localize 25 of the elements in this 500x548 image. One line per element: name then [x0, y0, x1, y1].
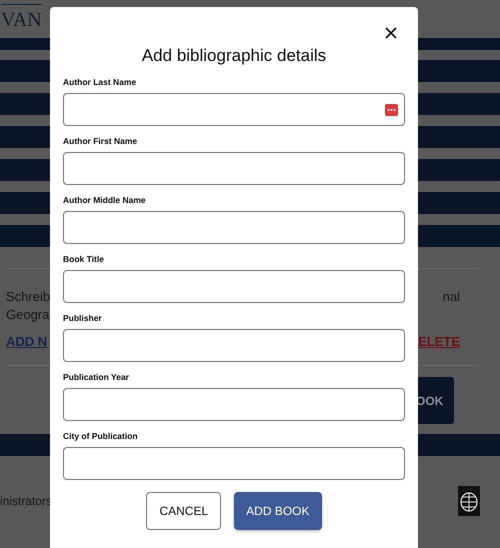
cancel-button[interactable]: CANCEL — [146, 492, 222, 530]
field-label: Author Middle Name — [63, 195, 147, 205]
field-label: Publication Year — [63, 372, 130, 382]
field-label: Book Title — [63, 254, 105, 264]
input-field[interactable] — [63, 388, 405, 421]
password-manager-icon[interactable] — [385, 104, 398, 116]
input-field[interactable] — [63, 211, 405, 244]
brand-logo: VAN — [1, 4, 42, 35]
field-label: Author Last Name — [63, 77, 138, 87]
input-field[interactable] — [63, 329, 405, 362]
footer-text: inistrators — [0, 494, 52, 508]
input-field[interactable] — [63, 93, 405, 126]
input-field[interactable] — [63, 447, 405, 480]
add-book-button[interactable]: ADD BOOK — [234, 492, 322, 530]
field-label: Author First Name — [63, 136, 138, 146]
entry-text: Schreib — [6, 288, 50, 306]
field-label: City of Publication — [63, 431, 139, 441]
entry-text: nal — [442, 288, 460, 306]
input-field[interactable] — [63, 270, 405, 303]
globe-icon — [458, 486, 480, 516]
input-field[interactable] — [63, 152, 405, 185]
entry-text: Geogra — [6, 306, 50, 324]
close-icon[interactable] — [385, 27, 397, 39]
dialog-title: Add bibliographic details — [140, 45, 328, 67]
field-label: Publisher — [63, 313, 103, 323]
